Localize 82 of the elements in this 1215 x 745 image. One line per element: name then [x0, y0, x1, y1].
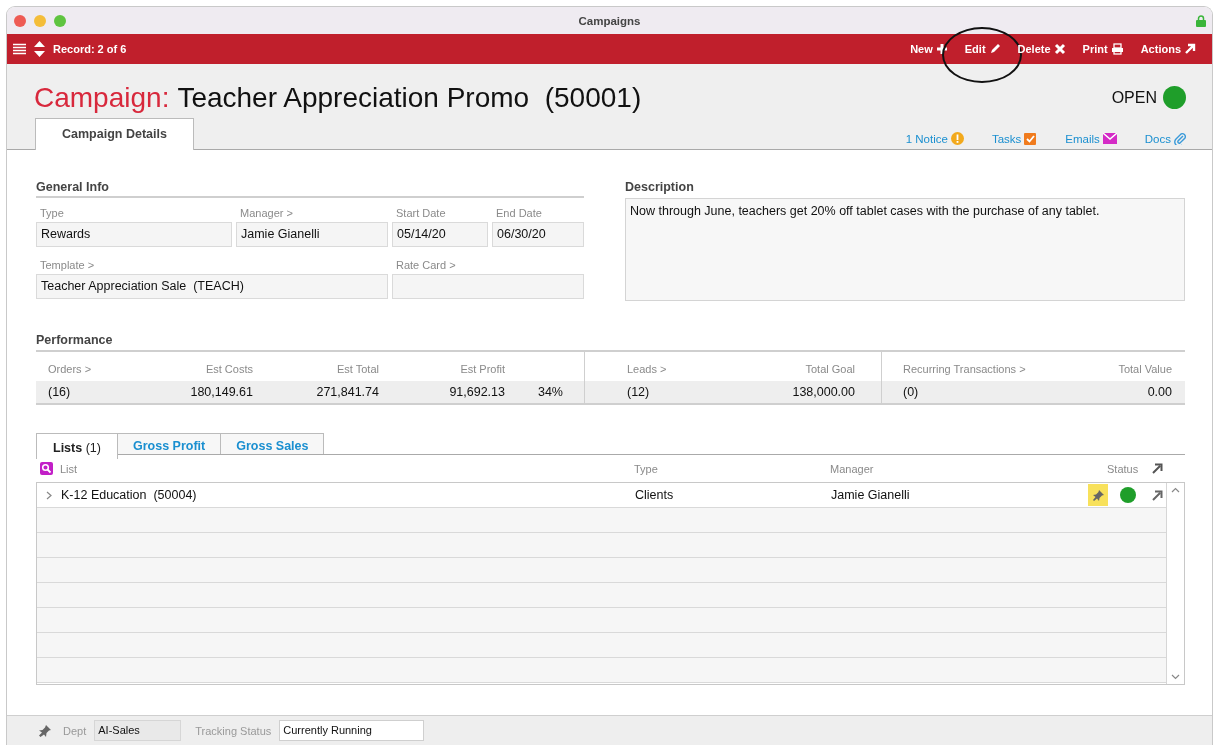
column-header: List [60, 462, 79, 475]
status-label: OPEN [1111, 88, 1157, 107]
column-label: Est Costs [204, 362, 253, 375]
pin-toggle[interactable] [1088, 484, 1108, 506]
section-heading: Description [625, 180, 695, 196]
column-label: Est Profit [459, 362, 505, 375]
metric-value: 34% [536, 385, 563, 399]
header-link[interactable]: Emails [1065, 132, 1117, 145]
zoom-dot[interactable] [54, 14, 66, 27]
tab[interactable]: Lists (1) [36, 433, 118, 459]
pin-icon[interactable] [39, 724, 51, 737]
exclamation-icon [950, 132, 964, 145]
column-header: Manager [830, 462, 875, 475]
paperclip-icon [1174, 132, 1186, 145]
table-cell-text: Jamie Gianelli [831, 488, 911, 502]
menu-icon[interactable] [13, 43, 26, 55]
checkbox-icon [1024, 132, 1038, 145]
search-icon[interactable] [40, 462, 53, 475]
field-value: Jamie Gianelli [236, 222, 388, 247]
toolbar-button[interactable]: New [910, 41, 948, 57]
tab[interactable]: Campaign Details [35, 118, 194, 150]
column-label: Total Value [1117, 362, 1172, 375]
metric-value: (16) [48, 385, 72, 399]
metric-value: 180,149.61 [189, 385, 253, 399]
toolbar-button[interactable]: Actions [1140, 41, 1196, 57]
field-label: Tracking Status [195, 724, 272, 737]
field-value: Rewards [36, 222, 232, 247]
window-title: Campaigns [578, 14, 641, 27]
record-counter: Record: 2 of 6 [53, 43, 127, 55]
chevron-icon[interactable] [45, 490, 53, 500]
input-field[interactable]: Currently Running [279, 720, 425, 741]
column-label: Orders > [48, 362, 93, 375]
table-cell-text: Clients [635, 488, 675, 502]
field-label: Manager > [240, 207, 293, 219]
toolbar-button[interactable]: Edit [964, 41, 1001, 57]
description-field: Now through June, teachers get 20% off tablet cases with the purchase of any tablet. [625, 198, 1185, 301]
field-label: Template > [40, 259, 95, 271]
diagonal-arrow-icon[interactable] [1151, 489, 1163, 501]
toolbar-button[interactable]: Print [1082, 41, 1124, 57]
printer-icon[interactable] [1110, 43, 1124, 55]
field-label: Dept [63, 724, 87, 737]
tab[interactable]: Gross Sales [220, 433, 325, 454]
header-link[interactable]: Docs [1144, 132, 1186, 145]
field-label: Start Date [396, 207, 446, 219]
field-value: Teacher Appreciation Sale (TEACH) [36, 274, 388, 299]
tab[interactable]: Gross Profit [116, 433, 222, 454]
diagonal-arrow-icon[interactable] [1151, 463, 1163, 474]
metric-value: 138,000.00 [791, 385, 855, 399]
field-value: 05/14/20 [392, 222, 488, 247]
section-heading: General Info [36, 180, 584, 198]
metric-value: (0) [903, 385, 920, 399]
pin-icon [1092, 489, 1104, 501]
column-header: Status [1107, 462, 1140, 475]
header-link[interactable]: 1 Notice [905, 132, 964, 145]
table-cell-text: K-12 Education (50004) [61, 488, 198, 502]
column-label: Total Goal [804, 362, 855, 375]
column-label: Est Total [336, 362, 379, 375]
metric-value: (12) [627, 385, 651, 399]
pencil-icon[interactable] [988, 43, 1001, 55]
envelope-icon [1102, 133, 1117, 144]
sort-arrows-icon[interactable] [34, 41, 45, 57]
metric-value: 91,692.13 [448, 385, 505, 399]
minimize-dot[interactable] [34, 14, 46, 27]
field-label: End Date [496, 207, 542, 219]
close-dot[interactable] [14, 14, 26, 27]
column-header: Type [634, 462, 659, 475]
column-label: Recurring Transactions > [903, 362, 1027, 375]
field-label: Type [40, 207, 64, 219]
column-label: Leads > [627, 362, 668, 375]
close-icon[interactable] [1053, 43, 1066, 55]
field-label: Rate Card > [396, 259, 456, 271]
field-value: 06/30/20 [492, 222, 584, 247]
field-value: AI-Sales [94, 720, 182, 741]
metric-value: 271,841.74 [315, 385, 379, 399]
scroll-up-icon[interactable] [1171, 487, 1180, 493]
header-link[interactable]: Tasks [991, 132, 1038, 145]
section-heading: Performance [36, 333, 1185, 352]
record-type-label: Campaign: [34, 81, 170, 114]
metric-value: 0.00 [1146, 385, 1172, 399]
scroll-down-icon[interactable] [1171, 674, 1180, 680]
record-title: Teacher Appreciation Promo (50001) [177, 81, 642, 114]
plus-icon[interactable] [935, 43, 948, 55]
